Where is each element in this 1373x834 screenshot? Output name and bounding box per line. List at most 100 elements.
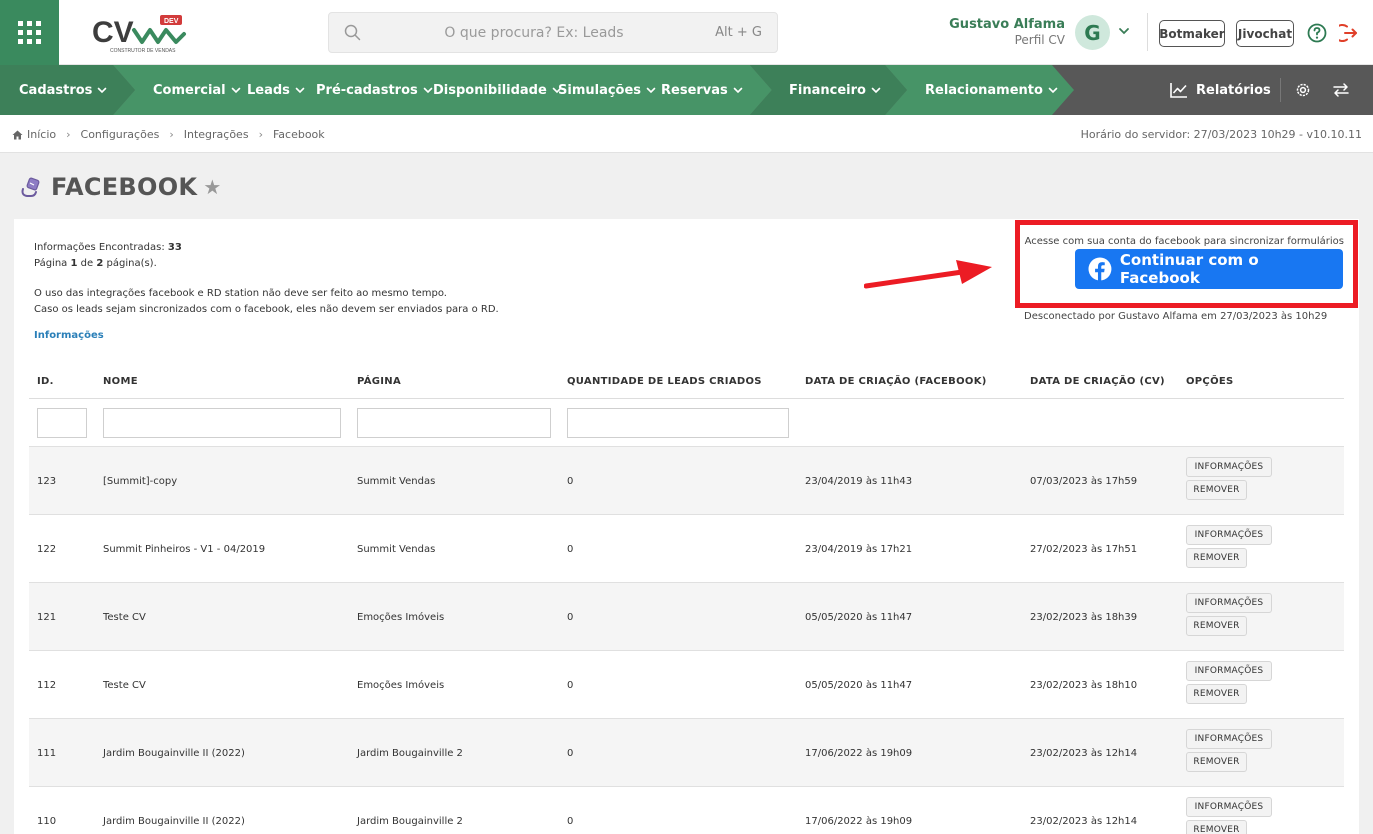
main-nav: Cadastros Comercial Leads Pré-cadastros … — [0, 65, 1373, 115]
warning-line-2: Caso os leads sejam sincronizados com o … — [34, 303, 499, 315]
page-word: Página — [34, 257, 68, 269]
cell-fb-date: 17/06/2022 às 19h09 — [805, 748, 913, 759]
logout-icon[interactable] — [1339, 23, 1359, 43]
col-leads[interactable]: QUANTIDADE DE LEADS CRIADOS — [567, 376, 762, 387]
nav-label: Relacionamento — [925, 82, 1043, 98]
cell-page: Emoções Imóveis — [357, 680, 445, 691]
home-icon — [12, 130, 23, 139]
user-info[interactable]: Gustavo Alfama Perfil CV — [930, 17, 1065, 47]
cell-name: Teste CV — [103, 680, 146, 691]
remove-button[interactable]: REMOVER — [1186, 616, 1247, 636]
table-header: ID. NOME PÁGINA QUANTIDADE DE LEADS CRIA… — [29, 364, 1344, 399]
apps-menu-button[interactable] — [0, 0, 59, 65]
cell-fb-date: 17/06/2022 às 19h09 — [805, 816, 913, 827]
cell-name: Jardim Bougainville II (2022) — [103, 748, 245, 759]
favorite-star-icon[interactable]: ★ — [203, 175, 221, 199]
swap-button[interactable] — [1332, 65, 1350, 115]
nav-label: Simulações — [558, 82, 642, 98]
grid-icon — [18, 21, 41, 44]
filter-leads-input[interactable] — [567, 408, 789, 438]
filter-id-input[interactable] — [37, 408, 87, 438]
breadcrumb-bar: Início › Configurações › Integrações › F… — [0, 115, 1373, 153]
nav-disponibilidade[interactable]: Disponibilidade — [433, 65, 562, 115]
nav-label: Comercial — [153, 82, 226, 98]
nav-relacionamento[interactable]: Relacionamento — [925, 65, 1058, 115]
nav-cadastros[interactable]: Cadastros — [19, 65, 107, 115]
svg-text:CONSTRUTOR DE VENDAS: CONSTRUTOR DE VENDAS — [110, 48, 176, 54]
breadcrumb-configuracoes[interactable]: Configurações — [81, 128, 160, 141]
col-name[interactable]: NOME — [103, 376, 138, 387]
chart-line-icon — [1170, 83, 1187, 98]
search-input[interactable] — [369, 13, 699, 52]
integration-icon — [21, 177, 40, 197]
chevron-right-icon: › — [169, 128, 174, 141]
gear-icon — [1296, 83, 1310, 97]
nav-label: Disponibilidade — [433, 82, 547, 98]
table-row: 123 [Summit]-copy Summit Vendas 0 23/04/… — [29, 447, 1344, 515]
col-id[interactable]: ID. — [37, 376, 54, 387]
remove-button[interactable]: REMOVER — [1186, 684, 1247, 704]
col-fb-date[interactable]: DATA DE CRIAÇÃO (FACEBOOK) — [805, 376, 987, 387]
chevron-down-icon — [423, 87, 433, 94]
nav-reservas[interactable]: Reservas — [661, 65, 743, 115]
global-search[interactable]: Alt + G — [328, 12, 778, 53]
botmaker-button[interactable]: Botmaker — [1159, 20, 1225, 47]
cell-page: Emoções Imóveis — [357, 612, 445, 623]
cell-page: Summit Vendas — [357, 476, 436, 487]
remove-button[interactable]: REMOVER — [1186, 548, 1247, 568]
breadcrumb-inicio[interactable]: Início — [27, 128, 56, 141]
settings-button[interactable] — [1294, 65, 1312, 115]
nav-label: Cadastros — [19, 82, 93, 98]
cell-id: 121 — [37, 612, 57, 623]
chevron-down-icon[interactable] — [1118, 25, 1130, 37]
breadcrumb: Início › Configurações › Integrações › F… — [12, 128, 325, 141]
cell-name: Summit Pinheiros - V1 - 04/2019 — [103, 544, 266, 555]
nav-relatorios[interactable]: Relatórios — [1170, 65, 1271, 115]
breadcrumb-integracoes[interactable]: Integrações — [184, 128, 249, 141]
info-button[interactable]: INFORMAÇÕES — [1186, 593, 1272, 613]
nav-financeiro[interactable]: Financeiro — [789, 65, 881, 115]
page-title: FACEBOOK — [51, 173, 198, 201]
info-link[interactable]: Informações — [34, 330, 104, 341]
info-button[interactable]: INFORMAÇÕES — [1186, 797, 1272, 817]
jivochat-button[interactable]: Jivochat — [1236, 20, 1294, 47]
remove-button[interactable]: REMOVER — [1186, 752, 1247, 772]
cell-id: 123 — [37, 476, 57, 487]
cell-id: 112 — [37, 680, 57, 691]
nav-simulacoes[interactable]: Simulações — [558, 65, 656, 115]
col-cv-date[interactable]: DATA DE CRIAÇÃO (CV) — [1030, 376, 1165, 387]
cell-cv-date: 23/02/2023 às 12h14 — [1030, 816, 1138, 827]
chevron-down-icon — [295, 87, 305, 94]
col-options: OPÇÕES — [1186, 376, 1234, 387]
info-button[interactable]: INFORMAÇÕES — [1186, 525, 1272, 545]
chevron-down-icon — [98, 87, 107, 94]
cell-id: 122 — [37, 544, 57, 555]
col-page[interactable]: PÁGINA — [357, 376, 401, 387]
continue-with-facebook-button[interactable]: Continuar com o Facebook — [1075, 249, 1343, 289]
nav-pre-cadastros[interactable]: Pré-cadastros — [316, 65, 433, 115]
svg-text:CV: CV — [92, 16, 134, 49]
help-icon[interactable] — [1307, 23, 1327, 43]
search-shortcut-hint: Alt + G — [715, 25, 762, 40]
page-of: de — [80, 257, 94, 269]
filter-page-input[interactable] — [357, 408, 551, 438]
cell-leads: 0 — [567, 680, 574, 691]
filter-name-input[interactable] — [103, 408, 341, 438]
avatar[interactable]: G — [1075, 15, 1110, 50]
info-button[interactable]: INFORMAÇÕES — [1186, 661, 1272, 681]
info-button[interactable]: INFORMAÇÕES — [1186, 457, 1272, 477]
chevron-right-icon: › — [258, 128, 263, 141]
info-button[interactable]: INFORMAÇÕES — [1186, 729, 1272, 749]
facebook-button-label: Continuar com o Facebook — [1119, 251, 1259, 287]
cell-fb-date: 05/05/2020 às 11h47 — [805, 612, 913, 623]
cell-name: [Summit]-copy — [103, 476, 178, 487]
cell-leads: 0 — [567, 748, 574, 759]
chevron-down-icon — [1048, 87, 1058, 94]
cv-logo[interactable]: CV DEV CONSTRUTOR DE VENDAS — [88, 12, 188, 56]
remove-button[interactable]: REMOVER — [1186, 820, 1247, 834]
annotation-arrow-icon — [864, 260, 992, 289]
remove-button[interactable]: REMOVER — [1186, 480, 1247, 500]
header-divider — [1147, 13, 1148, 51]
nav-comercial[interactable]: Comercial — [153, 65, 241, 115]
nav-leads[interactable]: Leads — [247, 65, 305, 115]
